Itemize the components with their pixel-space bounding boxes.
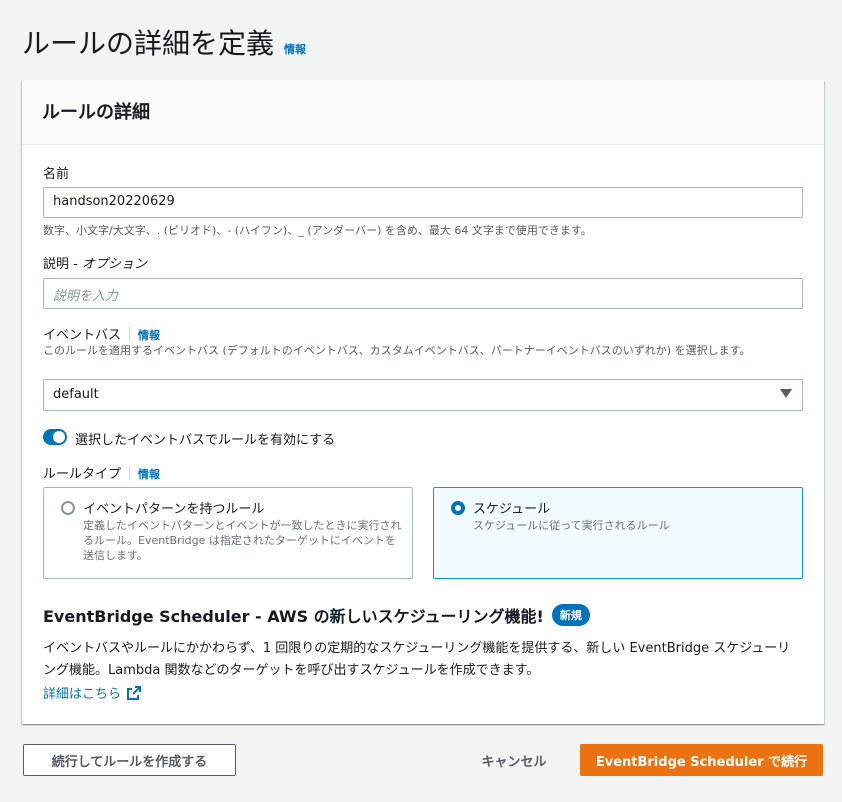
rule-type-label: ルールタイプ xyxy=(43,467,122,482)
external-link-icon xyxy=(127,685,142,700)
description-input[interactable]: 説明を入力 xyxy=(43,278,803,309)
continue-create-rule-button[interactable]: 続行してルールを作成する xyxy=(23,744,236,776)
cancel-button[interactable]: キャンセル xyxy=(470,744,558,776)
event-bus-label: イベントバス xyxy=(43,328,122,343)
learn-more-label: 詳細はこちら xyxy=(43,687,122,702)
description-label: 説明 - オプション xyxy=(43,253,147,272)
enable-rule-toggle[interactable] xyxy=(43,429,67,445)
event-bus-info-link[interactable]: 情報 xyxy=(138,329,160,342)
continue-scheduler-button[interactable]: EventBridge Scheduler で続行 xyxy=(580,744,823,776)
rule-type-option-schedule[interactable]: スケジュール スケジュールに従って実行されるルール xyxy=(433,487,803,579)
option-title: スケジュール xyxy=(473,502,551,517)
rule-type-option-event-pattern[interactable]: イベントパターンを持つルール 定義したイベントパターンとイベントが一致したときに… xyxy=(43,487,413,579)
page-header: ルールの詳細を定義 情報 xyxy=(22,22,306,62)
description-label-text: 説明 - xyxy=(43,257,82,272)
panel-title: ルールの詳細 xyxy=(42,102,150,123)
enable-rule-label: 選択したイベントバスでルールを有効にする xyxy=(75,433,336,448)
caret-down-icon xyxy=(780,389,792,398)
page-title: ルールの詳細を定義 xyxy=(22,27,275,60)
learn-more-link[interactable]: 詳細はこちら xyxy=(43,683,142,702)
toggle-knob xyxy=(53,431,65,443)
name-label: 名前 xyxy=(43,167,70,182)
scheduler-promo-header: EventBridge Scheduler - AWS の新しいスケジューリング… xyxy=(43,603,590,627)
divider xyxy=(129,327,131,341)
scheduler-promo-body: イベントバスやルールにかかわらず、1 回限りの定期的なスケジューリング機能を提供… xyxy=(43,641,791,678)
name-input[interactable]: handson20220629 xyxy=(43,187,803,218)
event-bus-selected-value: default xyxy=(53,387,99,402)
radio-button[interactable] xyxy=(61,501,75,515)
event-bus-label-row: イベントバス 情報 xyxy=(43,324,160,343)
rule-type-info-link[interactable]: 情報 xyxy=(138,468,160,481)
event-bus-select[interactable]: default xyxy=(43,379,803,411)
panel-header: ルールの詳細 xyxy=(22,80,824,145)
option-title: イベントパターンを持つルール xyxy=(83,502,265,517)
option-description: スケジュールに従って実行されるルール xyxy=(473,519,670,532)
new-badge: 新規 xyxy=(551,604,590,626)
page-info-link[interactable]: 情報 xyxy=(284,41,306,57)
event-bus-hint: このルールを適用するイベントバス (デフォルトのイベントバス、カスタムイベントバ… xyxy=(43,344,751,357)
scheduler-promo-title: EventBridge Scheduler - AWS の新しいスケジューリング… xyxy=(43,607,544,626)
radio-button-selected[interactable] xyxy=(451,501,465,515)
name-hint: 数字、小文字/大文字、. (ピリオド)、- (ハイフン)、_ (アンダーバー) … xyxy=(43,224,592,237)
description-optional-label: オプション xyxy=(81,257,147,272)
rule-type-label-row: ルールタイプ 情報 xyxy=(43,463,160,482)
option-description: 定義したイベントパターンとイベントが一致したときに実行されるルール。EventB… xyxy=(83,519,402,562)
divider xyxy=(129,466,131,480)
